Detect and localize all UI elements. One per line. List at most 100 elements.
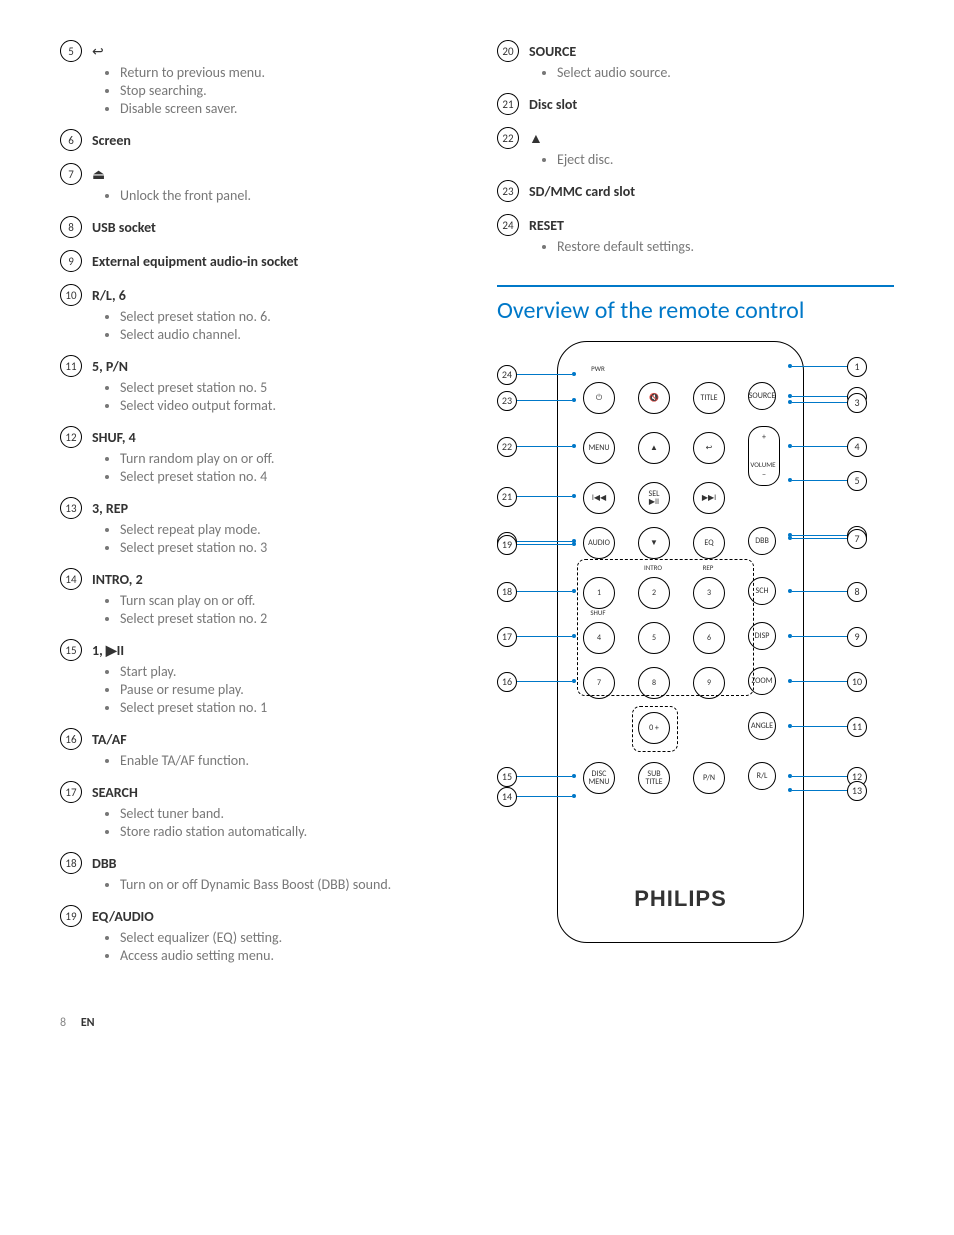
- leader-dot: [572, 589, 576, 593]
- item-bullets: Turn on or off Dynamic Bass Boost (DBB) …: [60, 876, 457, 893]
- bullet: Turn on or off Dynamic Bass Boost (DBB) …: [120, 876, 457, 893]
- definition-item: 7⏏Unlock the front panel.: [60, 163, 457, 204]
- leader-line: [517, 496, 572, 497]
- title-button: TITLE: [693, 382, 725, 414]
- leader-dot: [572, 774, 576, 778]
- bullet: Select equalizer (EQ) setting.: [120, 929, 457, 946]
- leader-line: [517, 681, 572, 682]
- bullet: Pause or resume play.: [120, 681, 457, 698]
- sel-button: SEL ▶II: [638, 482, 670, 514]
- item-bullets: Start play.Pause or resume play.Select p…: [60, 663, 457, 716]
- next-button: ▶▶I: [693, 482, 725, 514]
- item-bullets: Select preset station no. 5Select video …: [60, 379, 457, 414]
- leader-dot: [788, 394, 792, 398]
- item-number: 24: [497, 214, 519, 236]
- bullet: Restore default settings.: [557, 238, 894, 255]
- item-bullets: Eject disc.: [497, 151, 894, 168]
- item-bullets: Select equalizer (EQ) setting.Access aud…: [60, 929, 457, 964]
- callout-19: 19: [497, 535, 517, 555]
- item-number: 14: [60, 568, 82, 590]
- item-header: 21Disc slot: [497, 93, 894, 115]
- remote-diagram: PWR⏻🔇TITLESOURCEMENU▲↩+−VOLUMEI◀◀SEL ▶II…: [497, 341, 867, 961]
- leader-line: [792, 681, 847, 682]
- eq-button: EQ: [693, 527, 725, 559]
- bullet: Select preset station no. 1: [120, 699, 457, 716]
- bullet: Stop searching.: [120, 82, 457, 99]
- leader-line: [792, 538, 847, 539]
- definition-item: 23SD/MMC card slot: [497, 180, 894, 202]
- menu-button: MENU: [583, 432, 615, 464]
- item-number: 18: [60, 852, 82, 874]
- callout-10: 10: [847, 672, 867, 692]
- item-icon: ⏏: [92, 166, 105, 183]
- leader-line: [792, 402, 847, 403]
- item-header: 9External equipment audio-in socket: [60, 250, 457, 272]
- definition-item: 11 5, P/N Select preset station no. 5Selec…: [60, 355, 457, 414]
- item-number: 13: [60, 497, 82, 519]
- zero-group-box: [632, 706, 678, 752]
- callout-7: 7: [847, 529, 867, 549]
- bullet: Start play.: [120, 663, 457, 680]
- bullet: Return to previous menu.: [120, 64, 457, 81]
- item-title: SOURCE: [529, 43, 576, 60]
- leader-line: [517, 446, 572, 447]
- section-heading: Overview of the remote control: [497, 285, 894, 326]
- callout-24: 24: [497, 365, 517, 385]
- bullet: Select preset station no. 2: [120, 610, 457, 627]
- item-title: 1, ▶II: [92, 642, 124, 659]
- back-button: ↩: [693, 432, 725, 464]
- definition-item: 10R/L, 6Select preset station no. 6.Sele…: [60, 284, 457, 343]
- item-number: 6: [60, 129, 82, 151]
- prev-button: I◀◀: [583, 482, 615, 514]
- item-header: 16TA/AF: [60, 728, 457, 750]
- callout-21: 21: [497, 487, 517, 507]
- power-button: ⏻: [583, 382, 615, 414]
- subtitle-button: SUB TITLE: [638, 762, 670, 794]
- leader-line: [517, 374, 572, 375]
- page-footer: 8 EN: [60, 1016, 894, 1030]
- leader-dot: [788, 774, 792, 778]
- callout-11: 11: [847, 717, 867, 737]
- definition-item: 20SOURCESelect audio source.: [497, 40, 894, 81]
- leader-line: [792, 480, 847, 481]
- item-number: 9: [60, 250, 82, 272]
- item-bullets: Enable TA/AF function.: [60, 752, 457, 769]
- two-column-layout: 5↩Return to previous menu.Stop searching…: [60, 40, 894, 976]
- item-number: 5: [60, 40, 82, 62]
- volume-rocker: +−: [748, 426, 780, 486]
- callout-9: 9: [847, 627, 867, 647]
- callout-22: 22: [497, 437, 517, 457]
- pn-button: P/N: [693, 762, 725, 794]
- up-button: ▲: [638, 432, 670, 464]
- language-code: EN: [81, 1016, 95, 1030]
- definition-item: 6Screen: [60, 129, 457, 151]
- leader-line: [792, 776, 847, 777]
- bullet: Turn scan play on or off.: [120, 592, 457, 609]
- item-title: SD/MMC card slot: [529, 183, 635, 200]
- bullet: Turn random play on or off.: [120, 450, 457, 467]
- callout-16: 16: [497, 672, 517, 692]
- leader-line: [792, 396, 847, 397]
- mute-button: 🔇: [638, 382, 670, 414]
- item-title: SEARCH: [92, 784, 138, 801]
- item-header: 19EQ/AUDIO: [60, 905, 457, 927]
- item-number: 10: [60, 284, 82, 306]
- page-number: 8: [60, 1016, 66, 1030]
- leader-line: [792, 591, 847, 592]
- leader-dot: [572, 542, 576, 546]
- leader-line: [517, 544, 572, 545]
- definition-item: 16TA/AF Enable TA/AF function.: [60, 728, 457, 769]
- leader-line: [792, 535, 847, 536]
- leader-line: [792, 446, 847, 447]
- item-header: 5↩: [60, 40, 457, 62]
- item-number: 19: [60, 905, 82, 927]
- item-title: 5, P/N: [92, 358, 128, 375]
- item-bullets: Return to previous menu.Stop searching.D…: [60, 64, 457, 117]
- bullet: Select audio source.: [557, 64, 894, 81]
- item-number: 22: [497, 127, 519, 149]
- callout-8: 8: [847, 582, 867, 602]
- bullet: Select preset station no. 4: [120, 468, 457, 485]
- item-title: TA/AF: [92, 731, 127, 748]
- dbb-button: DBB: [748, 527, 776, 555]
- item-number: 11: [60, 355, 82, 377]
